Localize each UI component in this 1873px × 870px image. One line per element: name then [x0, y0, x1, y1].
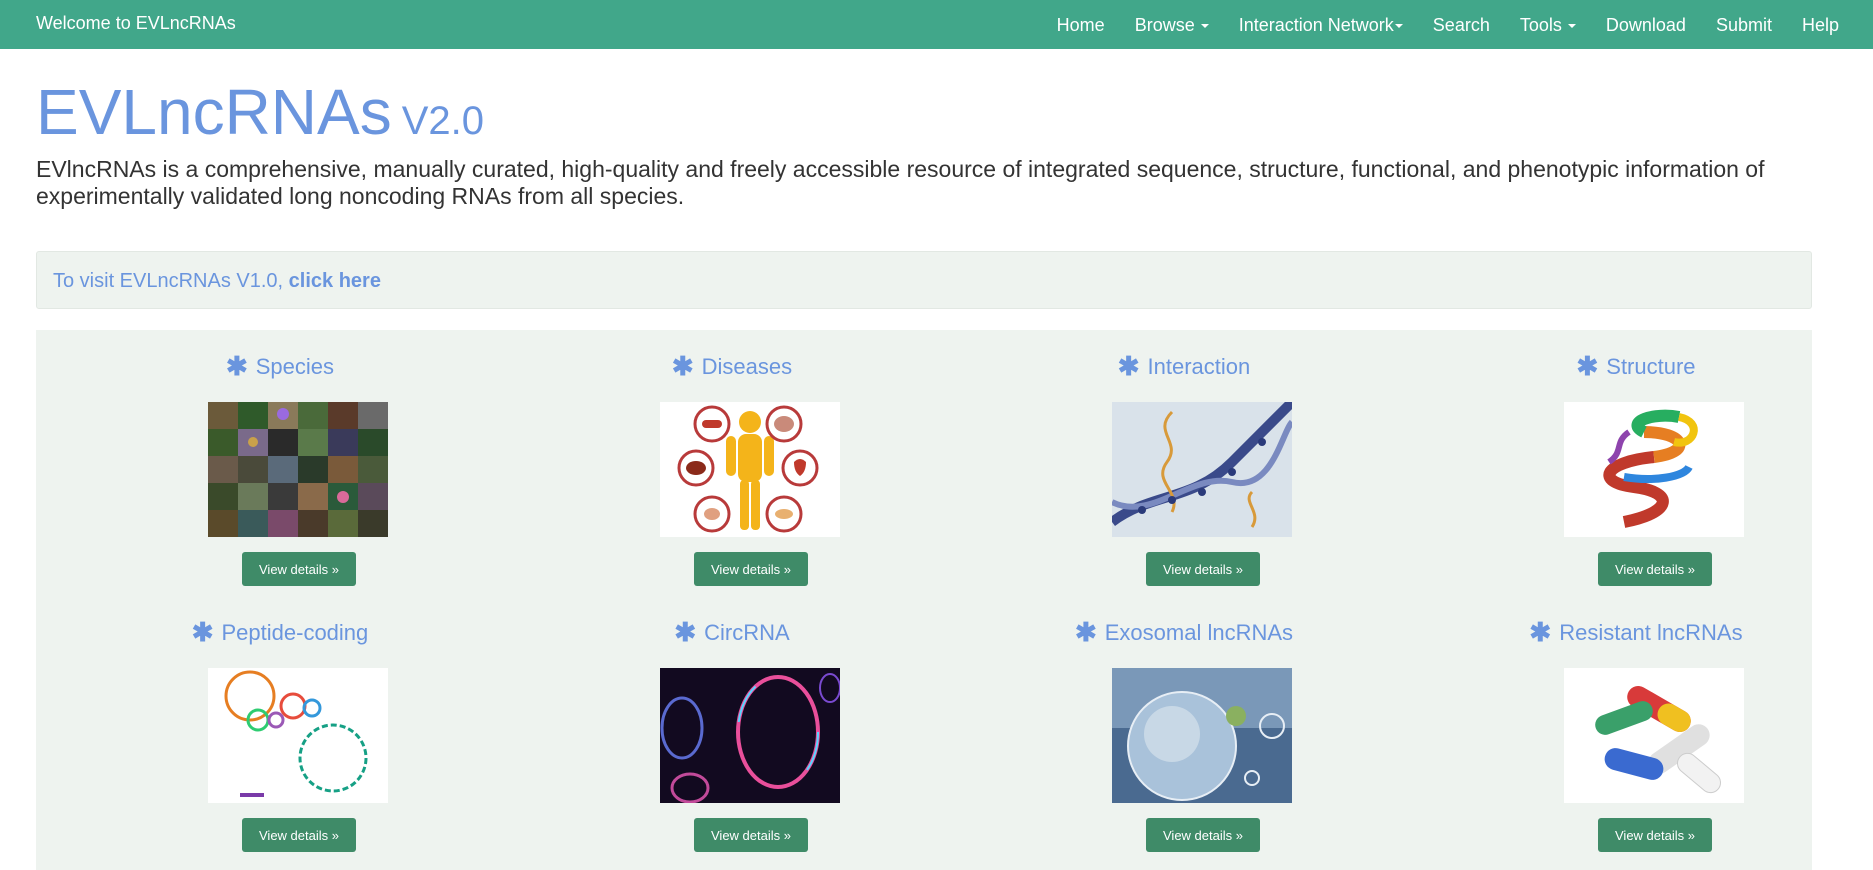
diseases-body-image — [660, 402, 840, 537]
page-title: EVLncRNAs V2.0 — [36, 70, 484, 163]
category-title[interactable]: ✱ Structure — [1436, 350, 1836, 381]
asterisk-icon: ✱ — [191, 617, 214, 647]
view-details-button[interactable]: View details » — [1598, 818, 1712, 852]
view-details-button[interactable]: View details » — [1146, 552, 1260, 586]
category-title[interactable]: ✱ Resistant lncRNAs — [1436, 616, 1836, 647]
category-card-resistant-lncrnas: ✱ Resistant lncRNAs View details » — [1436, 596, 1836, 856]
nav-download[interactable]: Download — [1606, 2, 1686, 48]
caret-down-icon — [1394, 23, 1403, 28]
category-title-text: Diseases — [701, 354, 793, 379]
category-title-text: Structure — [1606, 354, 1696, 379]
view-details-button[interactable]: View details » — [242, 552, 356, 586]
site-name: EVLncRNAs — [36, 76, 392, 148]
category-title[interactable]: ✱ Peptide-coding — [80, 616, 480, 647]
caret-down-icon — [1200, 23, 1209, 28]
notice-prefix: To visit EVLncRNAs V1.0, — [53, 270, 289, 292]
category-card-species: ✱ Species View details » — [80, 330, 480, 590]
category-title[interactable]: ✱ Interaction — [984, 350, 1384, 381]
caret-down-icon — [1567, 23, 1576, 28]
structure-rna-image — [1564, 402, 1744, 537]
species-collage-image — [208, 402, 388, 537]
nav-submit-label: Submit — [1715, 14, 1772, 35]
v1-notice-banner: To visit EVLncRNAs V1.0, click here — [36, 251, 1812, 309]
view-details-button[interactable]: View details » — [242, 818, 356, 852]
site-description: EVlncRNAs is a comprehensive, manually c… — [36, 156, 1765, 209]
resistant-pills-image — [1564, 668, 1744, 803]
asterisk-icon: ✱ — [1529, 617, 1552, 647]
nav-tools-dropdown[interactable]: Tools — [1520, 2, 1576, 48]
category-title-text: Exosomal lncRNAs — [1104, 620, 1294, 645]
interaction-dna-image — [1112, 402, 1292, 537]
nav-submit[interactable]: Submit — [1716, 2, 1772, 48]
version-label: V2.0 — [401, 99, 484, 143]
nav-home[interactable]: Home — [1057, 2, 1105, 48]
category-title[interactable]: ✱ Exosomal lncRNAs — [984, 616, 1384, 647]
category-panel: ✱ Species View details » ✱ Diseases View… — [36, 330, 1812, 870]
category-card-interaction: ✱ Interaction View details » — [984, 330, 1384, 590]
nav-interaction-network-label: Interaction Network — [1238, 14, 1394, 35]
category-title[interactable]: ✱ CircRNA — [532, 616, 932, 647]
asterisk-icon: ✱ — [1576, 351, 1599, 381]
category-title[interactable]: ✱ Diseases — [532, 350, 932, 381]
view-details-button[interactable]: View details » — [1598, 552, 1712, 586]
category-title-text: Peptide-coding — [221, 620, 369, 645]
nav-help-label: Help — [1801, 14, 1839, 35]
category-card-structure: ✱ Structure View details » — [1436, 330, 1836, 590]
asterisk-icon: ✱ — [671, 351, 694, 381]
view-details-button[interactable]: View details » — [1146, 818, 1260, 852]
asterisk-icon: ✱ — [1074, 617, 1097, 647]
notice-text: To visit EVLncRNAs V1.0, click here — [53, 252, 381, 310]
exosome-bubble-image — [1112, 668, 1292, 803]
category-grid: ✱ Species View details » ✱ Diseases View… — [36, 330, 1812, 870]
circrna-neon-image — [660, 668, 840, 803]
category-card-peptide-coding: ✱ Peptide-coding View details » — [80, 596, 480, 856]
nav-search[interactable]: Search — [1433, 2, 1490, 48]
peptide-rna-structure-image — [208, 668, 388, 803]
asterisk-icon: ✱ — [674, 617, 697, 647]
nav-help[interactable]: Help — [1802, 2, 1839, 48]
view-details-button[interactable]: View details » — [694, 818, 808, 852]
category-title-text: Interaction — [1147, 354, 1251, 379]
nav-interaction-network-dropdown[interactable]: Interaction Network — [1239, 2, 1403, 48]
category-card-diseases: ✱ Diseases View details » — [532, 330, 932, 590]
nav-browse-dropdown[interactable]: Browse — [1135, 2, 1209, 48]
category-title-text: Species — [255, 354, 335, 379]
v1-click-here-link[interactable]: click here — [289, 270, 381, 292]
brand-link[interactable]: Welcome to EVLncRNAs — [36, 0, 236, 49]
category-card-circrna: ✱ CircRNA View details » — [532, 596, 932, 856]
asterisk-icon: ✱ — [225, 351, 248, 381]
nav-home-label: Home — [1056, 14, 1105, 35]
top-navbar: Welcome to EVLncRNAs Home Browse Interac… — [0, 0, 1873, 49]
category-title-text: Resistant lncRNAs — [1559, 620, 1743, 645]
nav-browse-label: Browse — [1134, 14, 1195, 35]
category-title-text: CircRNA — [704, 620, 790, 645]
category-card-exosomal-lncrnas: ✱ Exosomal lncRNAs View details » — [984, 596, 1384, 856]
nav-tools-label: Tools — [1519, 14, 1562, 35]
nav-download-label: Download — [1605, 14, 1686, 35]
category-title[interactable]: ✱ Species — [80, 350, 480, 381]
asterisk-icon: ✱ — [1117, 351, 1140, 381]
view-details-button[interactable]: View details » — [694, 552, 808, 586]
nav-menu: Home Browse Interaction Network Search T… — [1027, 0, 1839, 49]
nav-search-label: Search — [1432, 14, 1490, 35]
